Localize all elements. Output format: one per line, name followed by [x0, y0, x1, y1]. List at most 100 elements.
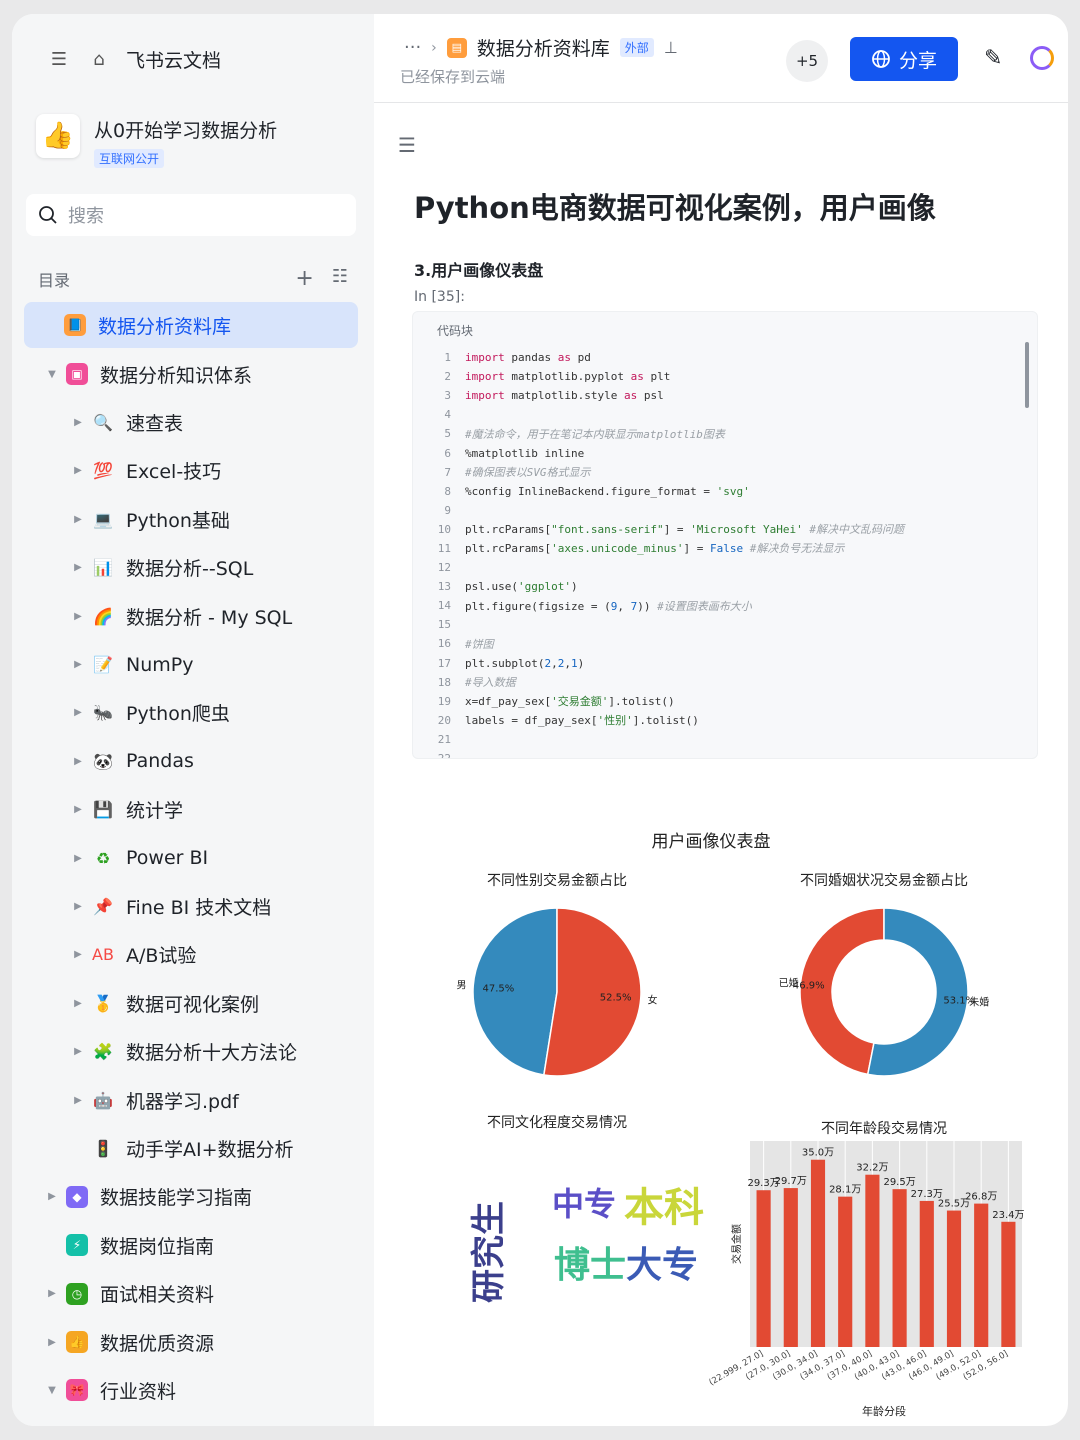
- brand-name[interactable]: 飞书云文档: [126, 46, 221, 73]
- caret-right-icon[interactable]: ▶: [70, 417, 86, 428]
- caret-right-icon[interactable]: ▶: [44, 1337, 60, 1348]
- sidebar-item[interactable]: ▶ 📝 NumPy: [24, 640, 358, 688]
- sidebar-item[interactable]: ▶ 🤖 机器学习.pdf: [24, 1076, 358, 1124]
- sidebar-item[interactable]: ▶ 🔍 速查表: [24, 398, 358, 446]
- bar-value-label: 29.5万: [883, 1177, 915, 1188]
- code-text: #确保图表以SVG格式显示: [465, 466, 591, 480]
- sidebar-item[interactable]: ▶ 💯 Excel-技巧: [24, 447, 358, 495]
- caret-right-icon[interactable]: ▶: [70, 562, 86, 573]
- public-badge: 互联网公开: [94, 149, 165, 168]
- sidebar-item[interactable]: ▶ 📌 Fine BI 技术文档: [24, 882, 358, 930]
- chart-title: 不同性别交易金额占比: [487, 872, 627, 889]
- code-text: #饼图: [465, 637, 494, 651]
- line-number: 5: [444, 427, 451, 441]
- sidebar-item-label: Excel-技巧: [126, 461, 222, 484]
- caret-down-icon[interactable]: ▼: [44, 1385, 60, 1396]
- caret-right-icon[interactable]: ▶: [70, 853, 86, 864]
- share-label: 分享: [898, 49, 937, 72]
- caret-down-icon[interactable]: ▼: [44, 369, 60, 380]
- page-icon: ◷: [66, 1282, 88, 1305]
- sidebar-item-label: 面试相关资料: [100, 1284, 215, 1307]
- page-icon: AB: [92, 945, 114, 965]
- sidebar-item[interactable]: ▶ 🌈 数据分析 - My SQL: [24, 592, 358, 640]
- caret-right-icon[interactable]: ▶: [70, 1095, 86, 1106]
- bar: [919, 1200, 934, 1347]
- page-icon: 💻: [93, 509, 113, 529]
- caret-right-icon[interactable]: ▶: [70, 901, 86, 912]
- doc-tree: 📘 数据分析资料库 ▼ ▣ 数据分析知识体系 ▶ 🔍 速查表 ▶ 💯 Excel-技巧 ▶ 💻 Pytho…: [24, 302, 358, 1415]
- caret-right-icon[interactable]: ▶: [70, 1046, 86, 1057]
- section-heading: 3.用户画像仪表盘: [414, 261, 544, 280]
- sidebar-item[interactable]: ▶ 🧩 数据分析十大方法论: [24, 1027, 358, 1075]
- sidebar-item-label: 数据岗位指南: [100, 1235, 215, 1258]
- share-button[interactable]: 分享: [850, 37, 958, 81]
- caret-right-icon[interactable]: ▶: [70, 949, 86, 960]
- collaborators-count[interactable]: +5: [786, 40, 828, 82]
- caret-right-icon[interactable]: ▶: [70, 659, 86, 670]
- breadcrumb: ··· › ▤ 数据分析资料库 外部 ⊥: [404, 34, 678, 61]
- bar: [783, 1188, 798, 1347]
- caret-right-icon[interactable]: ▶: [70, 804, 86, 815]
- line-number: 19: [437, 694, 451, 708]
- sidebar-item[interactable]: ▶ ◷ 面试相关资料: [24, 1269, 358, 1317]
- caret-right-icon[interactable]: ▶: [70, 707, 86, 718]
- code-text: x=df_pay_sex['交易金额'].tolist(): [465, 695, 675, 709]
- collapse-sidebar-icon[interactable]: ☰: [46, 47, 72, 73]
- home-icon[interactable]: ⌂: [86, 47, 112, 73]
- caret-right-icon[interactable]: ▶: [70, 611, 86, 622]
- bar: [1001, 1221, 1016, 1347]
- page-icon: 💯: [93, 461, 113, 481]
- code-text: #导入数据: [465, 676, 516, 690]
- sidebar-item[interactable]: ▶ 🐜 Python爬虫: [24, 689, 358, 737]
- sidebar-item[interactable]: 📘 数据分析资料库: [24, 302, 358, 348]
- caret-right-icon[interactable]: ▶: [70, 514, 86, 525]
- code-line: 2 import matplotlib.pyplot as plt: [413, 367, 1013, 386]
- space-title: 从0开始学习数据分析: [94, 120, 278, 142]
- dashboard-figure: 用户画像仪表盘不同性别交易金额占比 47.5% 男 52.5% 女 不同婚姻状况交易金额占…: [457, 832, 1037, 1418]
- bar-value-label: 35.0万: [802, 1148, 834, 1159]
- pie-category-label: 女: [647, 994, 657, 1007]
- edit-pencil-icon[interactable]: ✎: [984, 46, 1002, 71]
- sidebar-item[interactable]: ▶ 💻 Python基础: [24, 495, 358, 543]
- space-header[interactable]: 👍 从0开始学习数据分析 互联网公开: [36, 114, 277, 168]
- caret-right-icon[interactable]: ▶: [70, 465, 86, 476]
- code-line: 15: [413, 615, 1013, 634]
- code-line: 20 labels = df_pay_sex['性别'].tolist(): [413, 711, 1013, 730]
- code-block[interactable]: 代码块 1 import pandas as pd 2 import matplotl…: [412, 311, 1038, 759]
- code-line: 9: [413, 501, 1013, 520]
- caret-right-icon[interactable]: ▶: [44, 1191, 60, 1202]
- outline-icon[interactable]: ☰: [398, 133, 416, 157]
- pin-icon[interactable]: ⊥: [664, 38, 678, 57]
- sidebar-item[interactable]: ▶ 📊 数据分析--SQL: [24, 544, 358, 592]
- sidebar-item[interactable]: ▶ 💾 统计学: [24, 786, 358, 834]
- more-breadcrumb-icon[interactable]: ···: [404, 37, 421, 58]
- caret-right-icon[interactable]: ▶: [44, 1288, 60, 1299]
- page-icon: 🚦: [93, 1138, 113, 1158]
- assistant-icon[interactable]: [1030, 46, 1054, 70]
- list-settings-icon[interactable]: ☷: [332, 266, 348, 291]
- page-icon: 🧩: [93, 1042, 113, 1062]
- sidebar-item-label: A/B试验: [126, 945, 197, 968]
- page-title: Python电商数据可视化案例，用户画像: [414, 191, 936, 225]
- caret-right-icon[interactable]: ▶: [70, 756, 86, 767]
- sidebar-item[interactable]: ▶ 🥇 数据可视化案例: [24, 979, 358, 1027]
- sidebar-item[interactable]: 🚦 动手学AI+数据分析: [24, 1124, 358, 1172]
- sidebar-item[interactable]: ▶ ◆ 数据技能学习指南: [24, 1173, 358, 1221]
- sidebar-item[interactable]: ▶ AB A/B试验: [24, 931, 358, 979]
- code-scrollbar[interactable]: [1025, 342, 1029, 408]
- page-icon: 📊: [93, 558, 113, 578]
- external-badge: 外部: [619, 38, 654, 57]
- sidebar-item[interactable]: ▼ 🎀 行业资料: [24, 1366, 358, 1414]
- sidebar-item[interactable]: ▼ ▣ 数据分析知识体系: [24, 350, 358, 398]
- add-icon[interactable]: +: [295, 266, 313, 291]
- sidebar-item[interactable]: ▶ 🐼 Pandas: [24, 737, 358, 785]
- sidebar-item[interactable]: ⚡ 数据岗位指南: [24, 1221, 358, 1269]
- caret-right-icon[interactable]: ▶: [70, 998, 86, 1009]
- doc-title-crumb[interactable]: 数据分析资料库: [477, 34, 610, 61]
- sidebar-item[interactable]: ▶ ♻ Power BI: [24, 834, 358, 882]
- sidebar-item[interactable]: ▶ 👍 数据优质资源: [24, 1318, 358, 1366]
- search-placeholder: 搜索: [68, 206, 104, 227]
- pie-pct-label: 47.5%: [482, 983, 514, 994]
- search-input[interactable]: 搜索: [26, 194, 356, 236]
- sidebar-item-label: Python基础: [126, 509, 230, 532]
